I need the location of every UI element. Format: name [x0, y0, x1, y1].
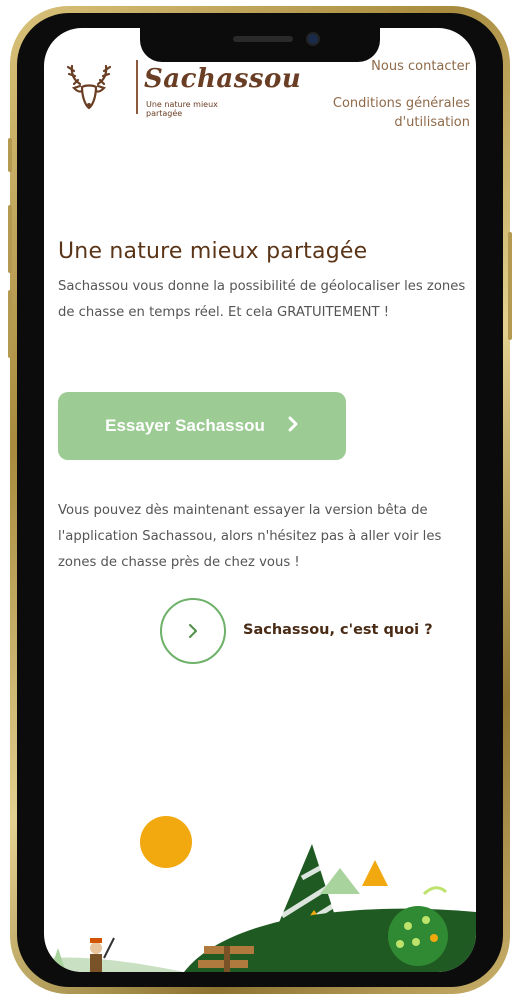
logo-divider: [136, 60, 138, 114]
hero-title: Une nature mieux partagée: [58, 238, 368, 264]
deer-head-icon: [66, 64, 112, 110]
phone-side-button: [508, 232, 512, 340]
nav-terms-link[interactable]: Conditions générales d'utilisation: [290, 94, 470, 132]
about-circle-button[interactable]: [160, 598, 226, 664]
beta-description: Vous pouvez dès maintenant essayer la ve…: [58, 503, 442, 570]
phone-side-button: [8, 290, 12, 358]
nav-contact-link[interactable]: Nous contacter: [371, 57, 470, 76]
tree-icon: [320, 868, 360, 894]
phone-side-button: [8, 205, 12, 273]
phone-camera: [308, 34, 318, 44]
hero-description: Sachassou vous donne la possibilité de g…: [58, 279, 466, 320]
screen: Sachassou Une nature mieux partagée Nous…: [44, 28, 476, 972]
chevron-right-icon: [189, 624, 197, 638]
brand-name: Sachassou: [144, 64, 302, 94]
phone-notch: [140, 28, 380, 62]
about-link[interactable]: Sachassou, c'est quoi ?: [243, 622, 433, 638]
nature-illustration: [44, 816, 476, 972]
phone-speaker: [233, 36, 293, 42]
try-sachassou-button[interactable]: Essayer Sachassou: [58, 392, 346, 460]
tree-icon: [362, 860, 388, 886]
try-button-label: Essayer Sachassou: [105, 416, 265, 435]
phone-side-button: [8, 138, 12, 172]
brand-tagline: Une nature mieux partagée: [146, 100, 218, 118]
tree-icon: [388, 906, 448, 966]
sun-icon: [140, 816, 192, 868]
brand-logo[interactable]: Sachassou Une nature mieux partagée: [64, 58, 301, 118]
chevron-right-icon: [287, 416, 299, 437]
